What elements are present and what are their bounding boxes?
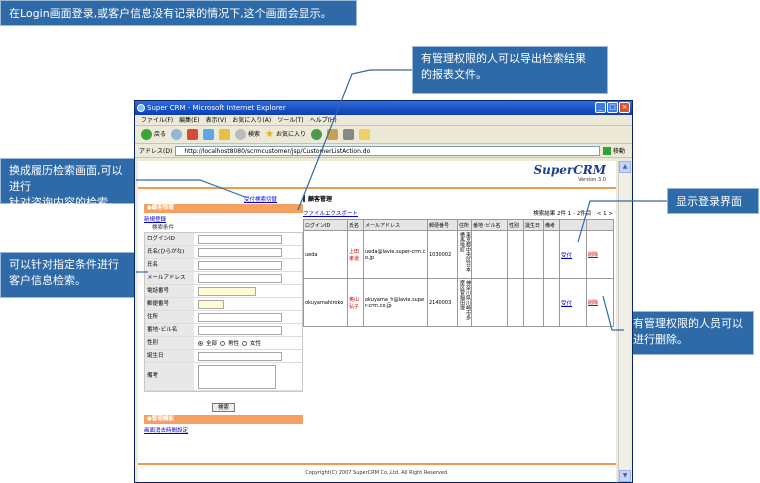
- address-label: アドレス(D): [139, 148, 173, 155]
- copyright-footer: Copyright(C) 2007 SuperCRM Co.,Ltd. All …: [305, 470, 449, 476]
- back-button[interactable]: 戻る: [141, 126, 166, 144]
- table-header-row: ログインID 氏名 メールアドレス 郵便番号 住所 番地･ビル名 性別 誕生日 …: [303, 219, 614, 231]
- version-text: Version 3.0: [578, 177, 606, 183]
- star-icon: ★: [265, 128, 274, 140]
- menu-view[interactable]: 表示(V): [206, 115, 227, 125]
- screen-timeout-setting-link[interactable]: 画面消去時間設定: [144, 426, 303, 434]
- menu-help[interactable]: ヘルプ(H): [310, 115, 337, 125]
- phone-input[interactable]: [198, 286, 256, 296]
- new-register-link[interactable]: 新規登録: [144, 215, 303, 223]
- field-name: 氏名: [145, 259, 302, 272]
- results-title: 顧客管理: [303, 194, 613, 203]
- print-icon[interactable]: [343, 129, 355, 140]
- mail-icon[interactable]: [327, 129, 339, 140]
- manage-function-header: ●管理機能: [144, 415, 303, 424]
- annotation-delete: 有管理权限的人员可以 进行删除。: [624, 311, 754, 355]
- table-row: okuyamahiroko 奥山 弘子 okuyama_h@lavie.supe…: [303, 278, 614, 327]
- annotation-login-screen: 显示登录界面: [667, 188, 759, 214]
- window-title: Super CRM - Microsoft Internet Explorer: [147, 104, 286, 112]
- supercrm-logo: SuperCRM: [533, 163, 606, 177]
- results-table: ログインID 氏名 メールアドレス 郵便番号 住所 番地･ビル名 性別 誕生日 …: [303, 219, 614, 327]
- annotation-customer-search: 可以针对指定条件进行 客户信息检索。: [0, 252, 136, 298]
- field-address: 住所: [145, 311, 302, 324]
- history-icon[interactable]: [311, 129, 323, 140]
- favorites-button[interactable]: ★ お気に入り: [265, 126, 306, 144]
- maximize-button[interactable]: □: [607, 102, 618, 113]
- close-button[interactable]: ×: [619, 102, 630, 113]
- field-phone: 電話番号: [145, 285, 302, 298]
- url-input[interactable]: http://localhost8080/scrmcustomer/jsp/Cu…: [175, 145, 600, 156]
- accept-link[interactable]: 受付: [561, 253, 572, 259]
- header-divider: [138, 187, 616, 189]
- field-zip: 郵便番号: [145, 298, 302, 311]
- go-button[interactable]: 移動: [603, 146, 629, 155]
- field-gender: 性別 全部 男性 女性: [145, 337, 302, 350]
- go-arrow-icon: [603, 146, 611, 155]
- field-email: メールアドレス: [145, 272, 302, 285]
- result-count: 検索結果 2件 1 - 2件目 < 1 >: [533, 211, 613, 217]
- page-content: SuperCRM Version 3.0 受付検索切替 ●顧客情報 新規登録 検…: [138, 161, 616, 482]
- annotation-login-display: 在Login画面登录,或客户信息没有记录的情况下,这个画面会显示。: [0, 0, 357, 26]
- field-login-id: ログインID: [145, 233, 302, 246]
- footer-divider: [138, 463, 616, 465]
- search-form: ログインID 氏名(ひらがな) 氏名 メールアドレス 電話番号 郵便番号 住所 …: [144, 232, 303, 392]
- annotation-export: 有管理权限的人可以导出检索结果 的报表文件。: [412, 46, 608, 94]
- search-conditions-title: 検索条件: [152, 225, 175, 231]
- search-icon: [235, 129, 247, 140]
- folder-icon[interactable]: [359, 129, 371, 140]
- minimize-button[interactable]: _: [595, 102, 606, 113]
- name-kana-input[interactable]: [198, 247, 282, 257]
- scroll-down-icon[interactable]: ▼: [619, 470, 631, 482]
- back-arrow-icon: [141, 129, 152, 140]
- menu-file[interactable]: ファイル(F): [141, 115, 173, 125]
- brand: SuperCRM Version 3.0: [533, 163, 606, 183]
- annotation-history-search: 换成履历检索画面,可以进行 针对咨询内容的检索。: [0, 158, 136, 209]
- notes-textarea[interactable]: [198, 364, 276, 389]
- search-panel: ●顧客情報 新規登録 検索条件 ログインID 氏名(ひらがな) 氏名 メールアド…: [144, 204, 303, 434]
- scroll-up-icon[interactable]: ▲: [619, 161, 631, 173]
- field-street: 番地･ビル名: [145, 324, 302, 337]
- gender-all-radio[interactable]: [198, 340, 203, 346]
- search-button[interactable]: 検索: [235, 126, 260, 144]
- menu-bar: ファイル(F) 編集(E) 表示(V) お気に入り(A) ツール(T) ヘルプ(…: [135, 115, 632, 126]
- home-icon[interactable]: [219, 129, 231, 140]
- login-id-input[interactable]: [198, 234, 282, 244]
- vertical-scrollbar[interactable]: ▲ ▼: [618, 161, 631, 482]
- results-panel: 顧客管理 ファイルエクスポート 検索結果 2件 1 - 2件目 < 1 > ログ…: [303, 194, 614, 327]
- name-input[interactable]: [198, 260, 282, 270]
- stop-icon[interactable]: [187, 129, 199, 140]
- delete-link[interactable]: 削除: [588, 300, 598, 306]
- browser-window: Super CRM - Microsoft Internet Explorer …: [134, 100, 633, 483]
- toolbar: 戻る 検索 ★ お気に入り: [135, 126, 632, 144]
- street-input[interactable]: [198, 325, 282, 335]
- customer-info-header: ●顧客情報: [144, 204, 303, 213]
- forward-arrow-icon[interactable]: [171, 129, 183, 140]
- menu-tools[interactable]: ツール(T): [277, 115, 303, 125]
- gender-female-radio[interactable]: [242, 340, 248, 346]
- delete-link[interactable]: 削除: [588, 252, 598, 258]
- history-search-switch-link[interactable]: 受付検索切替: [244, 195, 277, 203]
- field-birthday: 誕生日: [145, 350, 302, 363]
- zip-input[interactable]: [198, 299, 224, 309]
- accept-link[interactable]: 受付: [561, 301, 572, 307]
- table-row: ueda 上田 孝道 ueda@lavie.super-crm.co.jp 10…: [303, 230, 614, 279]
- menu-edit[interactable]: 編集(E): [179, 115, 199, 125]
- file-export-link[interactable]: ファイルエクスポート: [303, 209, 358, 217]
- menu-favorites[interactable]: お気に入り(A): [232, 115, 271, 125]
- address-bar: アドレス(D) http://localhost8080/scrmcustome…: [135, 144, 632, 158]
- title-bar: Super CRM - Microsoft Internet Explorer …: [135, 101, 632, 115]
- email-input[interactable]: [198, 273, 282, 283]
- gender-male-radio[interactable]: [220, 340, 226, 346]
- ie-logo-icon: [137, 104, 145, 112]
- address-input[interactable]: [198, 312, 282, 322]
- refresh-icon[interactable]: [203, 129, 215, 140]
- field-notes: 備考: [145, 363, 302, 391]
- search-submit-button[interactable]: 検索: [211, 403, 235, 412]
- birthday-input[interactable]: [198, 351, 282, 361]
- field-name-kana: 氏名(ひらがな): [145, 246, 302, 259]
